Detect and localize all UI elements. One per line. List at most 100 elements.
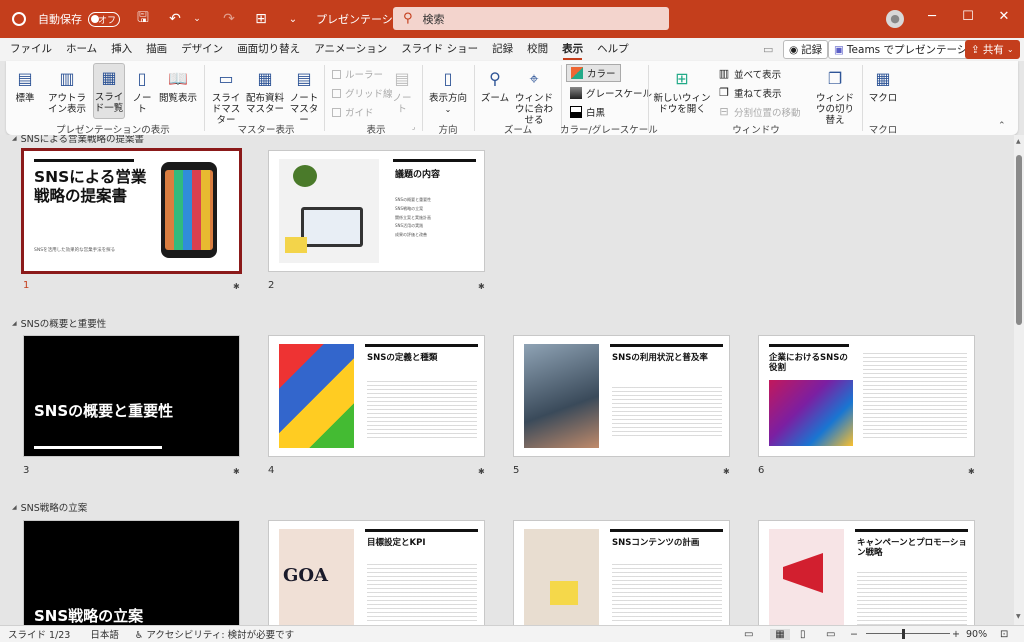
handout-master-button[interactable]: ▦ 配布資料マスター: [246, 65, 284, 115]
undo-icon[interactable]: ↶: [166, 11, 184, 27]
scroll-down-icon[interactable]: ▼: [1016, 613, 1021, 620]
autosave-state: オフ: [97, 15, 116, 26]
slide-thumbnail[interactable]: SNSによる営業戦略の提案書 SNSを活用した効果的な営業手法を探る: [21, 148, 242, 274]
search-box[interactable]: ⚲ 検索: [393, 7, 669, 30]
slide-thumbnail[interactable]: GOA 目標設定とKPI: [268, 520, 485, 625]
show-notes-label: ノート: [392, 93, 412, 115]
tab-10[interactable]: 表示: [555, 38, 590, 61]
language-indicator[interactable]: 日本語: [90, 627, 119, 641]
section-name: SNSによる営業戦略の提案書: [20, 135, 145, 145]
tab-9[interactable]: 校閲: [520, 38, 555, 61]
grayscale-button[interactable]: グレースケール: [570, 86, 652, 100]
tab-6[interactable]: アニメーション: [307, 38, 394, 61]
slideshow-status-icon[interactable]: ▭: [826, 629, 835, 640]
maximize-icon[interactable]: ☐: [958, 9, 978, 24]
switch-windows-button[interactable]: ❐ ウィンドウの切り替え: [812, 65, 858, 126]
gridlines-checkbox[interactable]: グリッド線: [332, 86, 393, 100]
redo-icon[interactable]: ↷: [220, 11, 238, 27]
body-text: [612, 561, 722, 621]
arrange-all-button[interactable]: ▥ 並べて表示: [718, 67, 781, 82]
scrollbar-thumb[interactable]: [1016, 155, 1022, 325]
minimize-icon[interactable]: ─: [922, 9, 942, 24]
plant-image: [293, 165, 317, 187]
vertical-scrollbar[interactable]: ▲ ▼: [1014, 135, 1024, 625]
share-button[interactable]: ⇪ 共有 ⌄: [965, 40, 1020, 59]
orientation-button[interactable]: ▯ 表示方向 ⌄: [427, 65, 469, 115]
macros-button[interactable]: ▦ マクロ: [868, 65, 898, 104]
collapse-ribbon-icon[interactable]: ⌃: [998, 121, 1006, 131]
zoom-out-icon[interactable]: −: [850, 629, 858, 640]
move-split-button[interactable]: ⊟ 分割位置の移動: [718, 105, 800, 120]
outline-view-label: アウトライン表示: [47, 93, 86, 115]
notes-page-button[interactable]: ▯ ノート: [131, 65, 153, 115]
slide-indicator: スライド 1/23: [8, 630, 71, 641]
agenda-item: 成果の評価と改善: [395, 232, 427, 238]
tab-8[interactable]: 記録: [485, 38, 520, 61]
slide-thumbnail[interactable]: SNS戦略の立案: [23, 520, 240, 625]
autosave-switch[interactable]: オフ: [88, 11, 120, 27]
outline-view-button[interactable]: ▥ アウトライン表示: [46, 65, 88, 115]
new-window-button[interactable]: ⊞ 新しいウィンドウを開く: [652, 65, 712, 115]
body-text: [612, 384, 722, 438]
black-white-icon: [570, 106, 582, 118]
zoom-button[interactable]: ⚲ ズーム: [480, 65, 510, 104]
tab-5[interactable]: 画面切り替え: [230, 38, 307, 61]
group-separator: [474, 65, 475, 131]
undo-dropdown-icon[interactable]: ⌄: [188, 14, 206, 24]
slide-sorter-button[interactable]: ▦ スライド一覧: [93, 63, 125, 119]
autosave-toggle[interactable]: 自動保存 オフ: [38, 11, 120, 27]
present-icon[interactable]: ⊞: [252, 11, 270, 27]
tablet-image: [301, 207, 363, 247]
tab-4[interactable]: デザイン: [174, 38, 230, 61]
group-label-zoom: ズーム: [503, 125, 533, 136]
notes-master-button[interactable]: ▤ ノートマスター: [288, 65, 320, 126]
slide-thumbnail[interactable]: 企業におけるSNSの役割: [758, 335, 975, 457]
record-button[interactable]: ◉ 記録: [783, 40, 829, 59]
accessibility-indicator[interactable]: ♿ アクセシビリティ: 検討が必要です: [135, 627, 294, 641]
tab-3[interactable]: 描画: [139, 38, 174, 61]
close-icon[interactable]: ✕: [994, 9, 1014, 24]
customize-qat-icon[interactable]: ⌄: [284, 14, 302, 25]
slide-master-button[interactable]: ▭ スライドマスター: [210, 65, 242, 126]
section-header[interactable]: SNSの概要と重要性: [12, 316, 107, 330]
cascade-button[interactable]: ❐ 重ねて表示: [718, 86, 781, 101]
reading-view-button[interactable]: 📖 閲覧表示: [158, 65, 198, 104]
zoom-slider-handle[interactable]: [902, 629, 905, 639]
scroll-up-icon[interactable]: ▲: [1016, 138, 1021, 145]
comments-icon[interactable]: ▭: [758, 40, 778, 59]
slide-thumbnail[interactable]: 議題の内容 SNSの概要と重要性 SNS戦略の立案 関係立案と実施計画 SNS活…: [268, 150, 485, 272]
zoom-level[interactable]: 90%: [966, 629, 987, 640]
tab-2[interactable]: 挿入: [104, 38, 139, 61]
slide-thumbnail[interactable]: SNSの定義と種類: [268, 335, 485, 457]
guides-checkbox[interactable]: ガイド: [332, 105, 374, 119]
tab-11[interactable]: ヘルプ: [590, 38, 636, 61]
tab-1[interactable]: ホーム: [59, 38, 104, 61]
slide-thumbnail[interactable]: SNSの利用状況と普及率: [513, 335, 730, 457]
account-avatar-icon[interactable]: ●: [886, 10, 904, 28]
save-icon[interactable]: 🖫: [134, 7, 152, 31]
fit-to-window-button[interactable]: ⌖ ウィンドウに合わせる: [514, 65, 554, 126]
dialog-launcher-icon[interactable]: ⌟: [412, 123, 415, 131]
slide-thumbnail[interactable]: SNSコンテンツの計画: [513, 520, 730, 625]
black-white-button[interactable]: 白黒: [570, 105, 605, 119]
section-header[interactable]: SNSによる営業戦略の提案書: [12, 135, 144, 145]
slide-thumbnail[interactable]: SNSの概要と重要性: [23, 335, 240, 457]
slide-sorter-status-icon[interactable]: ▦: [770, 628, 790, 640]
normal-view-button[interactable]: ▤ 標準: [12, 65, 38, 104]
slide-thumbnail[interactable]: キャンペーンとプロモーション戦略: [758, 520, 975, 625]
show-notes-button[interactable]: ▤ ノート: [390, 65, 414, 115]
body-text: [367, 561, 477, 621]
tab-0[interactable]: ファイル: [3, 38, 59, 61]
macros-label: マクロ: [868, 93, 898, 104]
zoom-slider[interactable]: [866, 633, 950, 634]
fit-slide-icon[interactable]: ⊡: [1000, 629, 1008, 640]
search-placeholder: 検索: [422, 12, 445, 26]
tab-7[interactable]: スライド ショー: [394, 38, 485, 61]
reading-view-status-icon[interactable]: ▯: [800, 629, 806, 640]
color-button[interactable]: カラー: [566, 64, 621, 82]
ruler-checkbox[interactable]: ルーラー: [332, 67, 383, 81]
section-header[interactable]: SNS戦略の立案: [12, 500, 88, 514]
normal-view-status-icon[interactable]: ▭: [744, 629, 753, 640]
zoom-in-icon[interactable]: +: [952, 629, 960, 640]
color-icon: [571, 67, 583, 79]
